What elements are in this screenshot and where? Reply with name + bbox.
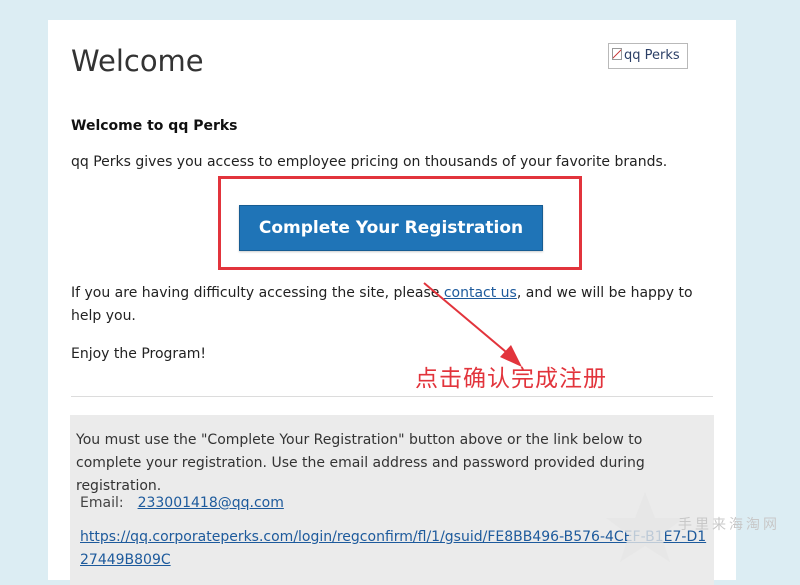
annotation-text: 点击确认完成注册	[415, 366, 607, 392]
annotation-arrow	[423, 282, 522, 367]
